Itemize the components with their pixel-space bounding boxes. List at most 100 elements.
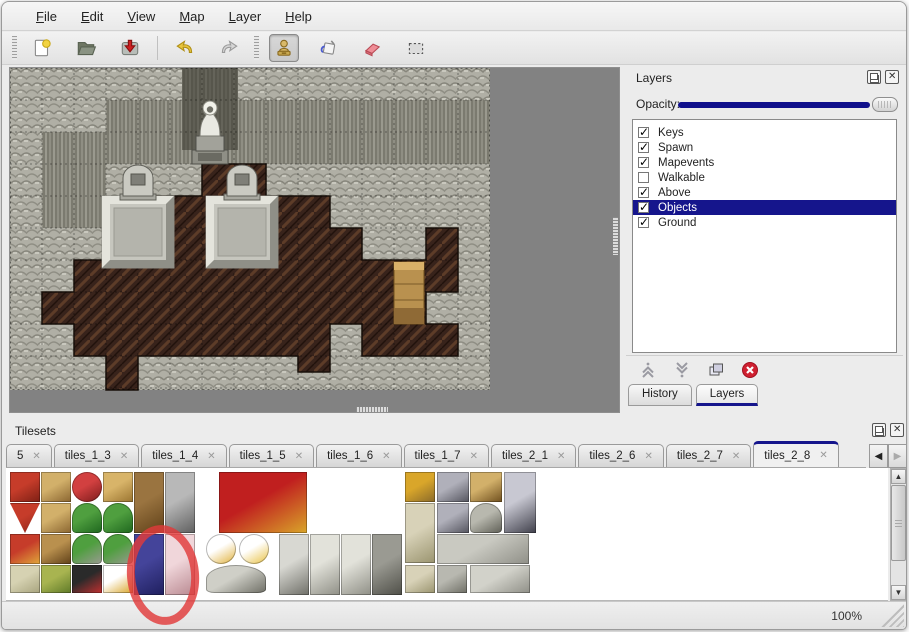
tile-metal-gate[interactable] — [165, 472, 195, 533]
tile-loom[interactable] — [41, 472, 71, 502]
tile-bookshelf[interactable] — [41, 534, 71, 564]
menu-map[interactable]: Map — [179, 9, 204, 24]
close-tab-icon[interactable]: ✕ — [207, 451, 215, 462]
tile-potted-palm[interactable] — [72, 534, 102, 564]
menu-layer[interactable]: Layer — [229, 9, 262, 24]
tab-history[interactable]: History — [628, 384, 692, 406]
undo-button[interactable] — [170, 34, 200, 62]
menu-edit[interactable]: Edit — [81, 9, 103, 24]
scroll-down-icon[interactable]: ▼ — [891, 585, 906, 600]
layer-row-ground[interactable]: Ground — [633, 215, 896, 230]
layer-row-walkable[interactable]: Walkable — [633, 170, 896, 185]
tile-angel-statue-1[interactable] — [310, 534, 340, 595]
scroll-up-icon[interactable]: ▲ — [891, 469, 906, 484]
duplicate-layer-button[interactable] — [704, 358, 728, 382]
tile-obelisk-small[interactable] — [405, 565, 435, 593]
close-panel-icon[interactable] — [885, 70, 899, 84]
tile-loom-2[interactable] — [41, 503, 71, 533]
tile-potted-plant[interactable] — [103, 534, 133, 564]
layer-row-above[interactable]: Above — [633, 185, 896, 200]
scroll-tabs-left-icon[interactable]: ◀ — [869, 444, 888, 468]
tile-parchment[interactable] — [10, 565, 40, 593]
tile-gargoyle-fountain[interactable] — [372, 534, 402, 595]
tile-red-cushion[interactable] — [72, 472, 102, 502]
lower-layer-button[interactable] — [670, 358, 694, 382]
tileset-tab-tiles_2_1[interactable]: tiles_2_1✕ — [491, 444, 576, 467]
tile-stone-platform[interactable] — [437, 534, 529, 564]
layer-visibility-checkbox[interactable] — [638, 202, 649, 213]
tileset-grid[interactable] — [6, 468, 888, 601]
layer-row-objects[interactable]: Objects — [633, 200, 896, 215]
menu-file[interactable]: File — [36, 9, 57, 24]
open-map-button[interactable] — [71, 34, 101, 62]
tile-rock-pile[interactable] — [206, 565, 266, 593]
tile-picture-frame[interactable] — [405, 472, 435, 502]
layer-visibility-checkbox[interactable] — [638, 187, 649, 198]
fill-tool-button[interactable] — [313, 34, 343, 62]
eraser-tool-button[interactable] — [357, 34, 387, 62]
float-tilesets-icon[interactable] — [872, 423, 886, 437]
tileset-tab-tiles_2_7[interactable]: tiles_2_7✕ — [666, 444, 751, 467]
tileset-vertical-scrollbar[interactable]: ▲ ▼ — [890, 468, 907, 601]
tileset-tab-tiles_1_3[interactable]: tiles_1_3✕ — [54, 444, 139, 467]
toolbar-drag-handle-2[interactable] — [254, 36, 259, 60]
close-tab-icon[interactable]: ✕ — [295, 451, 303, 462]
layer-row-keys[interactable]: Keys — [633, 125, 896, 140]
tile-gold-pile[interactable] — [239, 534, 269, 564]
tile-palm-top[interactable] — [72, 503, 102, 533]
close-tab-icon[interactable]: ✕ — [120, 451, 128, 462]
tile-armor-pile[interactable] — [470, 503, 502, 533]
tile-wooden-door[interactable] — [134, 472, 164, 533]
layer-visibility-checkbox[interactable] — [638, 127, 649, 138]
tile-wooden-box[interactable] — [470, 472, 502, 502]
delete-layer-button[interactable] — [738, 358, 762, 382]
tile-gold-key[interactable] — [206, 534, 236, 564]
map-vertical-scrollbar[interactable] — [613, 217, 618, 255]
stamp-tool-button[interactable] — [269, 34, 299, 62]
map-canvas[interactable] — [9, 67, 620, 413]
tileset-tab-tiles_1_6[interactable]: tiles_1_6✕ — [316, 444, 401, 467]
layer-visibility-checkbox[interactable] — [638, 217, 649, 228]
tileset-tab-tiles_2_8[interactable]: tiles_2_8✕ — [753, 441, 838, 467]
tile-mirror-dresser[interactable] — [103, 472, 133, 502]
tile-stone-pillar[interactable] — [437, 565, 467, 593]
layer-visibility-checkbox[interactable] — [638, 157, 649, 168]
tileset-tab-5[interactable]: 5✕ — [6, 444, 52, 467]
tile-gold-cross[interactable] — [103, 565, 133, 593]
tileset-tab-tiles_1_7[interactable]: tiles_1_7✕ — [404, 444, 489, 467]
close-tab-icon[interactable]: ✕ — [557, 451, 565, 462]
layer-visibility-checkbox[interactable] — [638, 142, 649, 153]
tile-bed[interactable] — [165, 534, 195, 595]
tile-emblem-banner[interactable] — [10, 534, 40, 564]
layer-row-mapevents[interactable]: Mapevents — [633, 155, 896, 170]
close-tab-icon[interactable]: ✕ — [382, 451, 390, 462]
menu-help[interactable]: Help — [285, 9, 312, 24]
layer-row-spawn[interactable]: Spawn — [633, 140, 896, 155]
tile-angel-statue-2[interactable] — [341, 534, 371, 595]
float-panel-icon[interactable] — [867, 70, 881, 84]
tile-plant-top[interactable] — [103, 503, 133, 533]
tile-platform-edge[interactable] — [470, 565, 530, 593]
scroll-tabs-right-icon[interactable]: ▶ — [888, 444, 907, 468]
tileset-scroll-thumb[interactable] — [891, 485, 906, 561]
tile-red-throne[interactable] — [219, 472, 307, 533]
tile-armor-suit[interactable] — [504, 472, 536, 533]
close-tab-icon[interactable]: ✕ — [819, 450, 827, 461]
opacity-slider-handle[interactable] — [872, 97, 898, 112]
close-tab-icon[interactable]: ✕ — [470, 451, 478, 462]
map-horizontal-scrollbar[interactable] — [356, 407, 388, 412]
tile-green-banner[interactable] — [41, 565, 71, 593]
resize-grip[interactable] — [880, 603, 904, 627]
tile-red-banner-top[interactable] — [10, 472, 40, 502]
tile-metal-shelf-2[interactable] — [437, 503, 469, 533]
tile-hooded-statue[interactable] — [279, 534, 309, 595]
tile-purple-door[interactable] — [134, 534, 164, 595]
new-map-button[interactable] — [27, 34, 57, 62]
tileset-tab-tiles_2_6[interactable]: tiles_2_6✕ — [578, 444, 663, 467]
close-tab-icon[interactable]: ✕ — [32, 451, 40, 462]
tile-red-banner-pennant[interactable] — [10, 503, 40, 533]
opacity-slider[interactable] — [678, 102, 870, 108]
toolbar-drag-handle[interactable] — [12, 36, 17, 60]
redo-button[interactable] — [214, 34, 244, 62]
select-tool-button[interactable] — [401, 34, 431, 62]
